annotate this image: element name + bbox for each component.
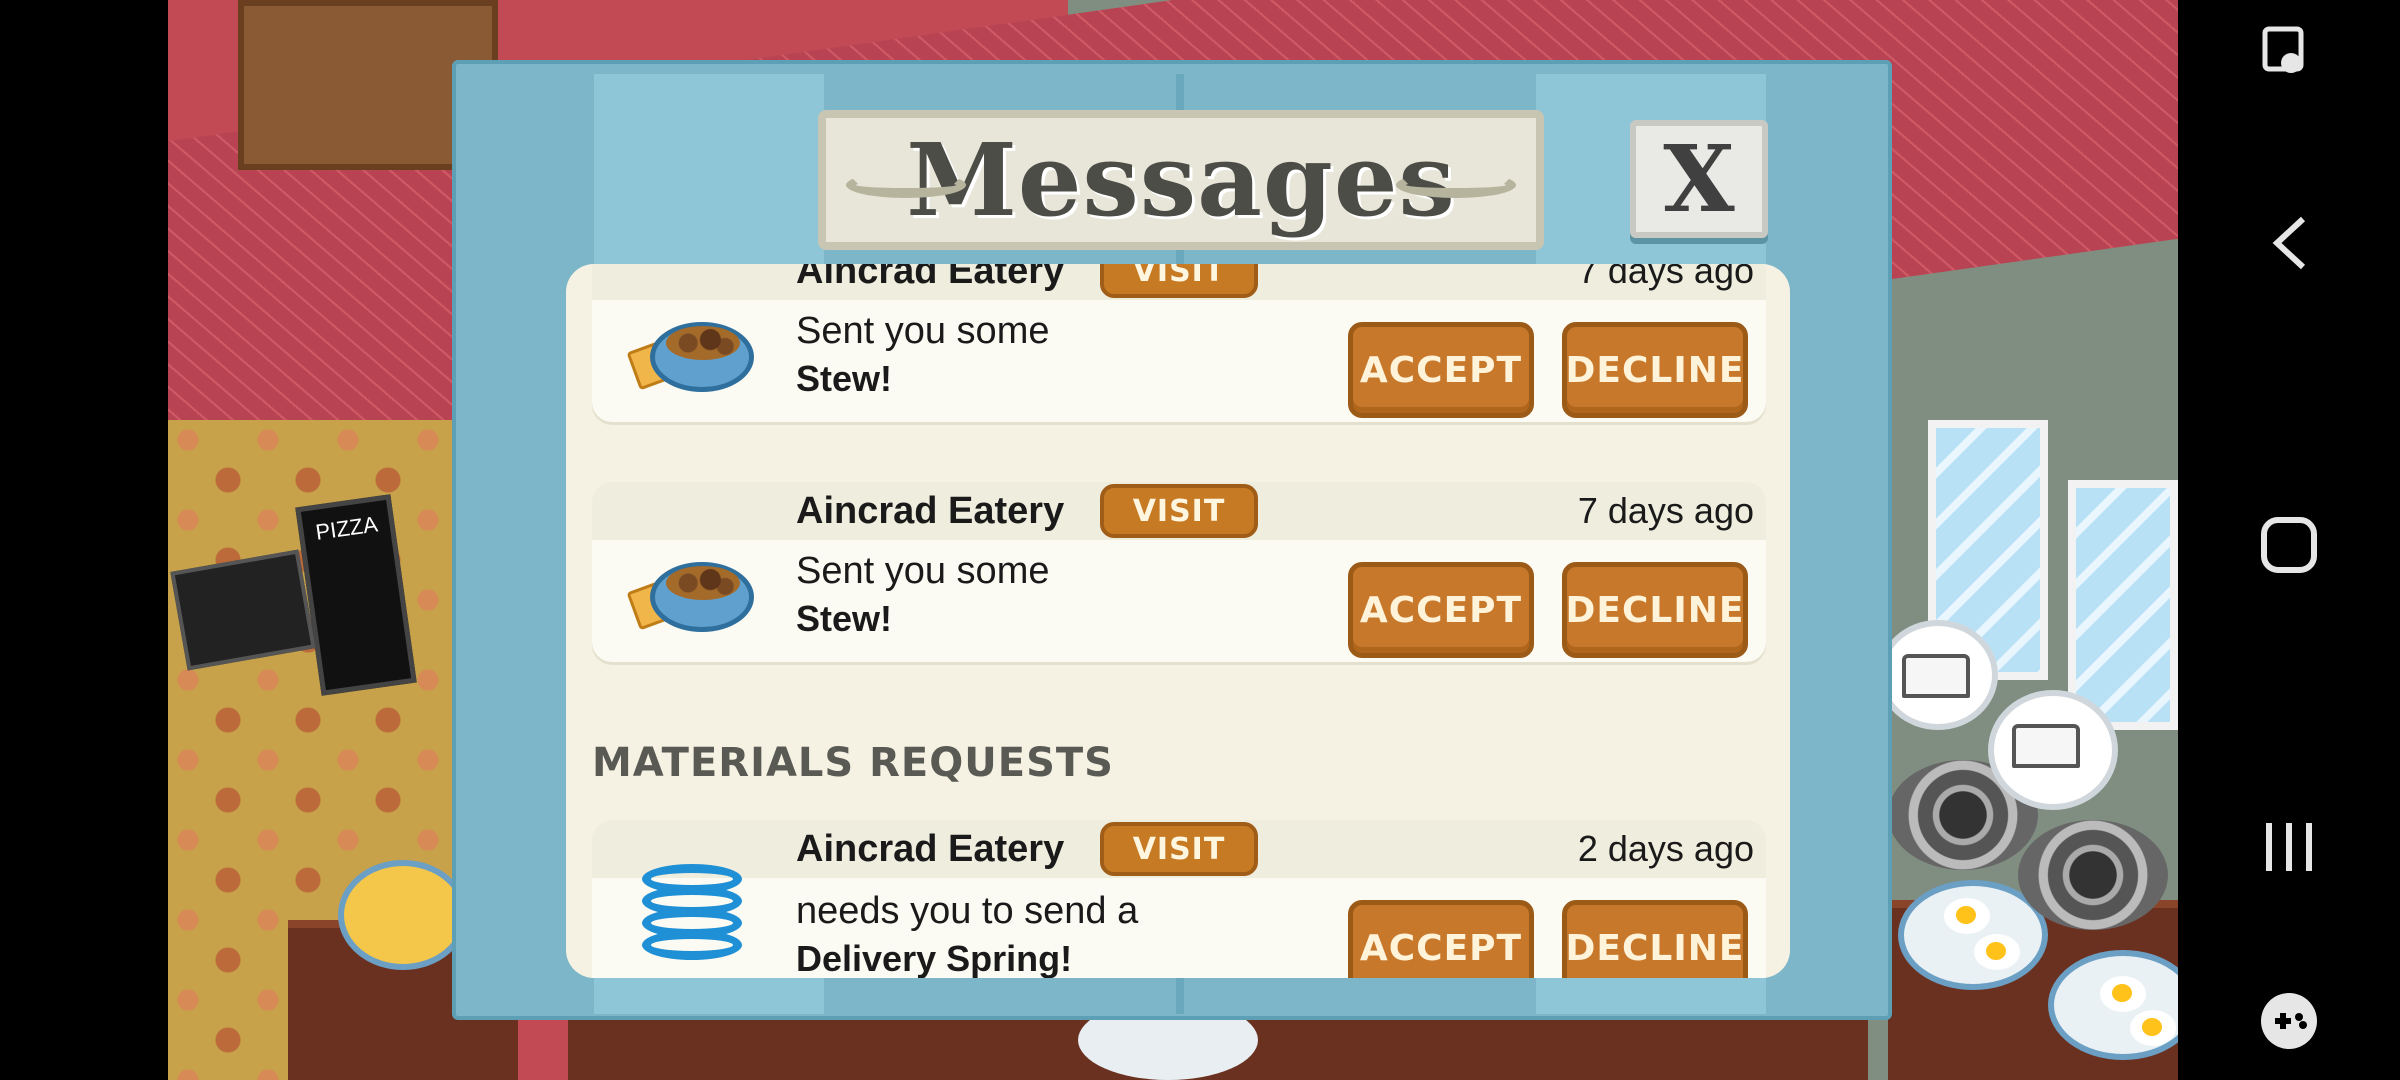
- dialog-title: Messages: [906, 121, 1456, 239]
- system-nav-bar: [2178, 0, 2400, 1080]
- message-row: Aincrad Eatery VISIT 7 days ago Sent you…: [592, 264, 1766, 422]
- message-item: Stew!: [796, 598, 893, 639]
- message-time: 7 days ago: [1577, 490, 1754, 531]
- spring-icon: [642, 864, 742, 974]
- recents-icon[interactable]: [2178, 792, 2400, 902]
- message-time: 7 days ago: [1577, 264, 1754, 291]
- request-row: Aincrad Eatery VISIT 2 days ago needs yo…: [592, 820, 1766, 978]
- book-icon: [1902, 654, 1970, 698]
- visit-button[interactable]: VISIT: [1100, 484, 1258, 538]
- close-icon: X: [1663, 125, 1735, 233]
- stew-contents: [666, 326, 740, 360]
- message-text: Sent you some: [796, 310, 1050, 352]
- close-button[interactable]: X: [1630, 120, 1768, 238]
- stew-icon: [626, 308, 762, 404]
- sender-name: Aincrad Eatery: [796, 264, 1065, 292]
- home-icon[interactable]: [2178, 490, 2400, 600]
- message-text: needs you to send a: [796, 890, 1139, 932]
- visit-button[interactable]: VISIT: [1100, 822, 1258, 876]
- message-row: Aincrad Eatery VISIT 7 days ago Sent you…: [592, 482, 1766, 662]
- back-icon[interactable]: [2178, 188, 2400, 298]
- dialog-title-plate: Messages: [818, 110, 1544, 250]
- stew-icon: [626, 548, 762, 644]
- game-tools-icon[interactable]: [2178, 966, 2400, 1076]
- stove-burner: [2018, 820, 2168, 930]
- accept-button[interactable]: ACCEPT: [1348, 322, 1534, 418]
- pizza-sign-label: PIZZA: [313, 511, 380, 545]
- decline-button[interactable]: DECLINE: [1562, 900, 1748, 978]
- window-right: [2068, 480, 2178, 730]
- recipe-bubble[interactable]: [1878, 620, 1998, 730]
- swirl-ornament-right: [1396, 172, 1516, 198]
- messages-list[interactable]: Aincrad Eatery VISIT 7 days ago Sent you…: [566, 264, 1790, 978]
- decline-button[interactable]: DECLINE: [1562, 562, 1748, 658]
- swirl-ornament-left: [846, 172, 966, 198]
- message-text: Sent you some: [796, 550, 1050, 592]
- accept-button[interactable]: ACCEPT: [1348, 562, 1534, 658]
- stew-contents: [666, 566, 740, 600]
- screen-capture-icon[interactable]: [2178, 0, 2400, 110]
- message-time: 2 days ago: [1577, 828, 1754, 869]
- message-item: Delivery Spring!: [796, 938, 1073, 978]
- messages-dialog: Messages X Aincrad Eatery VISIT 7 days a…: [452, 60, 1892, 1020]
- sender-name: Aincrad Eatery: [796, 490, 1065, 532]
- book-icon: [2012, 724, 2080, 768]
- recipe-bubble[interactable]: [1988, 690, 2118, 810]
- accept-button[interactable]: ACCEPT: [1348, 900, 1534, 978]
- egg-icon: [2130, 1010, 2176, 1046]
- sender-name: Aincrad Eatery: [796, 828, 1065, 870]
- section-heading-materials: MATERIALS REQUESTS: [592, 740, 1114, 786]
- spring-coil: [642, 930, 742, 960]
- egg-icon: [2100, 976, 2146, 1012]
- message-item: Stew!: [796, 358, 893, 399]
- decline-button[interactable]: DECLINE: [1562, 322, 1748, 418]
- egg-icon: [1944, 898, 1990, 934]
- visit-button[interactable]: VISIT: [1100, 264, 1258, 298]
- egg-icon: [1974, 934, 2020, 970]
- omelette-plate: [338, 860, 468, 970]
